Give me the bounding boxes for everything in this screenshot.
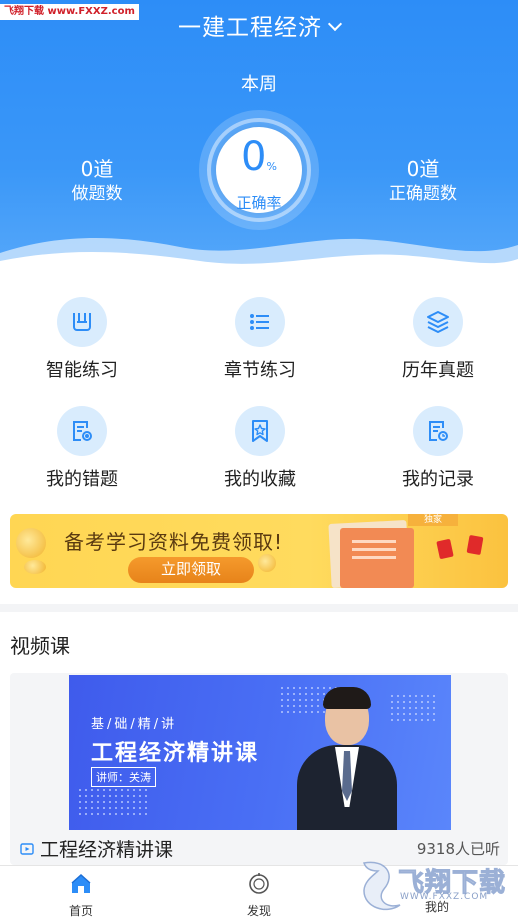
nav-home-label: 首页 [68,904,93,917]
coin-decoration [258,554,276,572]
wrong-doc-icon [57,406,107,456]
coin-decoration [24,560,46,574]
done-stat: 0道 做题数 [22,156,172,206]
correct-label: 正确题数 [389,184,457,204]
video-title-row[interactable]: 工程经济精讲课 [20,835,173,862]
list-icon [235,297,285,347]
layers-icon [413,297,463,347]
grid-item-chapter-practice[interactable]: 章节练习 [185,297,335,383]
nav-discover[interactable]: 发现 [219,872,299,917]
accuracy-unit: % [266,160,277,173]
video-thumbnail[interactable]: 基/础/精/讲 工程经济精讲课 讲师：关涛 [69,675,451,830]
grid-item-favorites[interactable]: 我的收藏 [185,406,335,492]
subject-selector[interactable]: 一建工程经济 [0,8,518,42]
home-icon [71,873,91,893]
accuracy-label: 正确率 [236,194,282,212]
video-section-title: 视频课 [10,634,70,658]
smart-practice-icon [57,297,107,347]
grid-item-wrong-questions[interactable]: 我的错题 [7,406,157,492]
course-name: 工程经济精讲课 [40,839,174,861]
header-wave [0,238,518,280]
video-play-icon [20,842,34,855]
grid-label: 智能练习 [46,360,118,381]
thumb-lecturer: 讲师：关涛 [91,767,156,787]
grid-label: 我的收藏 [224,469,296,490]
accuracy-value: 0% [216,133,302,181]
accuracy-number: 0 [241,134,267,180]
grid-item-past-exams[interactable]: 历年真题 [363,297,513,383]
thumb-title: 工程经济精讲课 [91,741,260,766]
dot-pattern [389,693,439,723]
nav-home[interactable]: 首页 [41,872,121,917]
grid-label: 章节练习 [224,360,296,381]
done-label: 做题数 [71,184,123,204]
dot-pattern [77,787,147,817]
period-label: 本周 [241,74,277,95]
nav-discover-label: 发现 [246,904,271,917]
banner-text: 备考学习资料免费领取! [64,530,284,554]
lecturer-hair [323,687,371,709]
doc-line [352,556,396,559]
subject-title: 一建工程经济 [178,15,322,41]
discover-icon [249,873,269,894]
stats-header: 飞翔下载 www.FXXZ.com 一建工程经济 本周 0道 做题数 0% 正确… [0,0,518,280]
chevron-down-icon [327,16,343,32]
watermark-url: WWW.FXXZ.COM [400,892,489,902]
grid-item-smart-practice[interactable]: 智能练习 [7,297,157,383]
bookmark-star-icon [235,406,285,456]
thumb-subtitle: 基/础/精/讲 [91,717,178,732]
grid-item-records[interactable]: 我的记录 [363,406,513,492]
done-count: 0道 [80,157,114,181]
claim-button[interactable]: 立即领取 [128,557,254,583]
correct-count: 0道 [406,157,440,181]
red-envelope-icon [466,534,484,556]
grid-label: 我的错题 [46,469,118,490]
red-envelope-icon [436,538,454,560]
record-clock-icon [413,406,463,456]
grid-label: 历年真题 [402,360,474,381]
section-divider [0,604,518,612]
doc-line [352,540,396,543]
coin-decoration [16,528,46,558]
grid-label: 我的记录 [402,469,474,490]
doc-line [352,548,396,551]
promo-banner[interactable]: 备考学习资料免费领取! 立即领取 独家 [10,514,508,588]
correct-stat: 0道 正确题数 [348,156,498,206]
banner-tag: 独家 [408,514,458,526]
